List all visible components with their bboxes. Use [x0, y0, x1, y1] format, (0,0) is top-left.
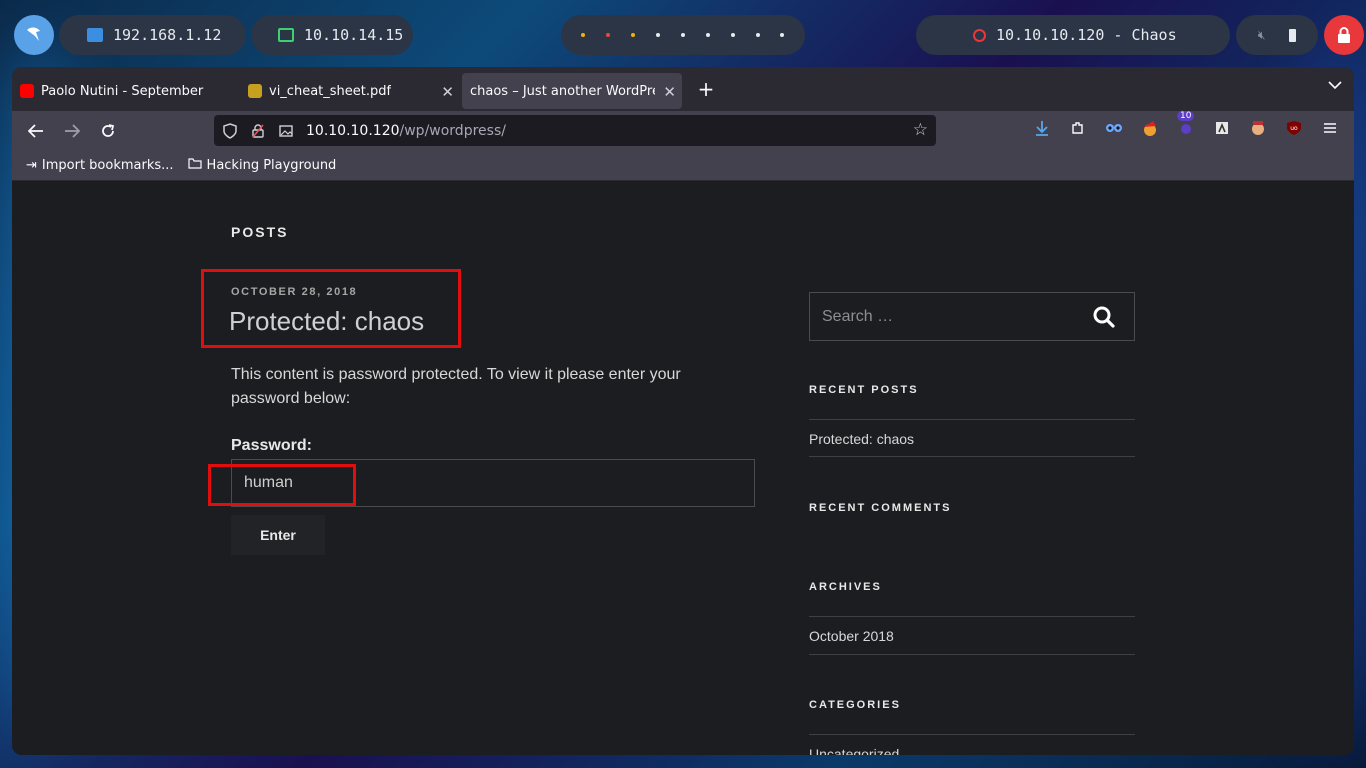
bookmark-import[interactable]: ⇥ Import bookmarks... — [26, 158, 174, 173]
user-agent-switcher-icon[interactable] — [1211, 117, 1233, 139]
page-image-icon — [278, 123, 294, 139]
vpn-ip-text: 10.10.14.15 — [304, 26, 404, 44]
url-host: 10.10.10.120 — [306, 122, 400, 139]
reload-icon — [102, 124, 115, 137]
new-tab-button[interactable]: + — [692, 77, 720, 101]
dragon-logo-icon — [27, 27, 40, 41]
workspace-dot[interactable] — [606, 33, 611, 37]
search-form: Search … — [809, 292, 1135, 341]
divider — [809, 419, 1135, 420]
hamburger-menu-icon[interactable] — [1319, 117, 1341, 139]
tab-youtube[interactable]: Paolo Nutini - September 2 — [12, 73, 240, 109]
forward-button[interactable] — [58, 117, 86, 145]
tab-label: chaos – Just another WordPres — [470, 83, 655, 99]
import-icon: ⇥ — [26, 158, 37, 173]
bookmarks-toolbar: ⇥ Import bookmarks... Hacking Playground — [12, 151, 1354, 181]
mute-icon[interactable]: 🔇︎ — [1258, 28, 1266, 43]
laptop-icon — [278, 28, 294, 42]
search-icon — [1093, 306, 1115, 328]
tab-label: Paolo Nutini - September 2 — [41, 83, 206, 99]
category-link[interactable]: Uncategorized — [809, 746, 899, 755]
bookmark-star-icon[interactable]: ☆ — [913, 120, 928, 140]
local-ip-text: 192.168.1.12 — [113, 26, 222, 44]
posts-heading: POSTS — [231, 224, 289, 240]
workspace-dot[interactable] — [656, 33, 661, 37]
annotation-highlight-box — [201, 269, 461, 348]
distro-logo-button[interactable] — [14, 15, 54, 55]
close-tab-icon[interactable]: ✕ — [663, 83, 676, 101]
enter-button[interactable]: Enter — [231, 515, 325, 555]
divider — [809, 734, 1135, 735]
workspace-switcher[interactable] — [561, 15, 805, 55]
ublock-origin-icon[interactable]: uo — [1283, 117, 1305, 139]
arrow-right-icon — [65, 124, 80, 138]
workspace-dot[interactable] — [680, 33, 685, 37]
downloads-icon[interactable] — [1031, 117, 1053, 139]
folder-icon — [187, 158, 202, 173]
archives-title: ARCHIVES — [809, 581, 882, 593]
reload-button[interactable] — [94, 117, 122, 145]
list-all-tabs-icon[interactable] — [1328, 79, 1342, 94]
wappalyzer-glasses-icon[interactable] — [1103, 117, 1125, 139]
svg-text:uo: uo — [1290, 125, 1298, 132]
target-icon — [973, 28, 986, 42]
categories-title: CATEGORIES — [809, 699, 901, 711]
divider — [809, 654, 1135, 655]
pdf-icon — [248, 84, 262, 98]
close-tab-icon[interactable]: ✕ — [441, 83, 454, 101]
tab-label: vi_cheat_sheet.pdf — [269, 83, 392, 99]
workspace-dot[interactable] — [755, 33, 760, 37]
recent-post-link[interactable]: Protected: chaos — [809, 431, 914, 447]
lock-screen-button[interactable] — [1324, 15, 1364, 55]
bookmark-label: Import bookmarks... — [41, 158, 174, 173]
system-top-bar: 192.168.1.12 10.10.14.15 10.10.10.120 - … — [0, 0, 1366, 66]
search-button[interactable] — [1074, 293, 1134, 340]
vpn-ip-pill[interactable]: 10.10.14.15 — [251, 15, 413, 55]
bookmark-folder-hacking-playground[interactable]: Hacking Playground — [187, 158, 337, 173]
lock-icon — [1338, 27, 1350, 43]
status-pill[interactable]: 🔇︎ — [1236, 15, 1318, 55]
arrow-left-icon — [28, 124, 43, 138]
extension-badge: 10 — [1177, 111, 1195, 121]
url-bar[interactable]: 10.10.10.120/wp/wordpress/ ☆ — [214, 115, 936, 146]
santa-hat-extension-icon[interactable] — [1139, 117, 1161, 139]
shield-icon[interactable] — [222, 122, 238, 139]
bookmark-label: Hacking Playground — [206, 158, 337, 173]
recent-posts-title: RECENT POSTS — [809, 384, 919, 396]
cookie-editor-icon[interactable] — [1247, 117, 1269, 139]
tab-chaos[interactable]: chaos – Just another WordPres ✕ — [462, 73, 682, 109]
workspace-dot[interactable] — [631, 33, 636, 37]
tab-bar: Paolo Nutini - September 2 vi_cheat_shee… — [12, 67, 1354, 111]
url-path: /wp/wordpress/ — [399, 122, 506, 139]
local-ip-pill[interactable]: 192.168.1.12 — [59, 15, 246, 55]
battery-icon — [1289, 28, 1297, 42]
password-label: Password: — [231, 437, 312, 454]
divider — [809, 456, 1135, 457]
notifications-extension-icon[interactable]: 10 — [1175, 111, 1197, 139]
web-page: POSTS OCTOBER 28, 2018 Protected: chaos … — [12, 182, 1354, 755]
network-icon — [87, 28, 103, 42]
recent-comments-title: RECENT COMMENTS — [809, 502, 952, 514]
target-text: 10.10.10.120 - Chaos — [996, 26, 1177, 44]
target-pill[interactable]: 10.10.10.120 - Chaos — [916, 15, 1230, 55]
youtube-icon — [20, 84, 34, 98]
divider — [809, 616, 1135, 617]
annotation-highlight-box — [208, 464, 356, 506]
insecure-lock-icon[interactable] — [250, 123, 266, 139]
browser-window: Paolo Nutini - September 2 vi_cheat_shee… — [12, 67, 1354, 755]
tab-pdf[interactable]: vi_cheat_sheet.pdf ✕ — [240, 73, 462, 109]
extensions-puzzle-icon[interactable] — [1067, 117, 1089, 139]
navigation-bar: 10.10.10.120/wp/wordpress/ ☆ 10 uo — [12, 111, 1354, 151]
search-input[interactable]: Search … — [810, 308, 1074, 326]
back-button[interactable] — [22, 117, 50, 145]
password-protected-notice: This content is password protected. To v… — [231, 366, 681, 407]
archive-link[interactable]: October 2018 — [809, 628, 894, 644]
workspace-dot[interactable] — [780, 33, 785, 37]
workspace-dot[interactable] — [705, 33, 710, 37]
workspace-dot[interactable] — [730, 33, 735, 37]
workspace-dot[interactable] — [581, 33, 586, 37]
